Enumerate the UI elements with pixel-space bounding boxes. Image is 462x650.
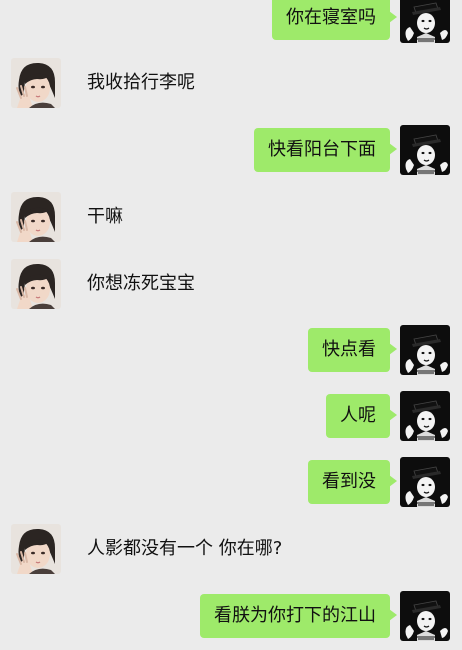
- message-row-outgoing: 快点看: [0, 322, 462, 378]
- avatar-girl-icon[interactable]: [11, 58, 61, 108]
- message-row-outgoing: 快看阳台下面: [0, 122, 462, 178]
- avatar-mime-icon[interactable]: [400, 457, 450, 507]
- chat-message-list[interactable]: 你在寝室吗 我收拾行李呢 快看阳台下面 干嘛 你想冻死宝宝 快点看 人呢 看到没…: [0, 0, 462, 650]
- avatar-girl-icon[interactable]: [11, 259, 61, 309]
- incoming-message-bubble[interactable]: 人影都没有一个 你在哪?: [75, 527, 294, 571]
- outgoing-message-bubble[interactable]: 看朕为你打下的江山: [200, 594, 397, 638]
- avatar-mime-icon[interactable]: [400, 0, 450, 43]
- message-row-outgoing: 看朕为你打下的江山: [0, 588, 462, 644]
- avatar-mime-icon[interactable]: [400, 591, 450, 641]
- avatar-mime-icon[interactable]: [400, 125, 450, 175]
- message-row-outgoing: 你在寝室吗: [0, 0, 462, 46]
- message-row-incoming: 干嘛: [0, 189, 462, 245]
- outgoing-message-bubble[interactable]: 人呢: [326, 394, 397, 438]
- outgoing-message-bubble[interactable]: 快点看: [308, 328, 397, 372]
- incoming-message-bubble[interactable]: 你想冻死宝宝: [75, 262, 207, 306]
- outgoing-message-bubble[interactable]: 你在寝室吗: [272, 0, 397, 40]
- incoming-message-bubble[interactable]: 我收拾行李呢: [75, 61, 207, 105]
- message-row-incoming: 人影都没有一个 你在哪?: [0, 521, 462, 577]
- avatar-mime-icon[interactable]: [400, 325, 450, 375]
- message-row-incoming: 我收拾行李呢: [0, 55, 462, 111]
- incoming-message-bubble[interactable]: 干嘛: [75, 195, 135, 239]
- outgoing-message-bubble[interactable]: 快看阳台下面: [254, 128, 397, 172]
- avatar-girl-icon[interactable]: [11, 192, 61, 242]
- message-row-outgoing: 人呢: [0, 388, 462, 444]
- message-row-incoming: 你想冻死宝宝: [0, 256, 462, 312]
- message-row-outgoing: 看到没: [0, 454, 462, 510]
- avatar-girl-icon[interactable]: [11, 524, 61, 574]
- avatar-mime-icon[interactable]: [400, 391, 450, 441]
- outgoing-message-bubble[interactable]: 看到没: [308, 460, 397, 504]
